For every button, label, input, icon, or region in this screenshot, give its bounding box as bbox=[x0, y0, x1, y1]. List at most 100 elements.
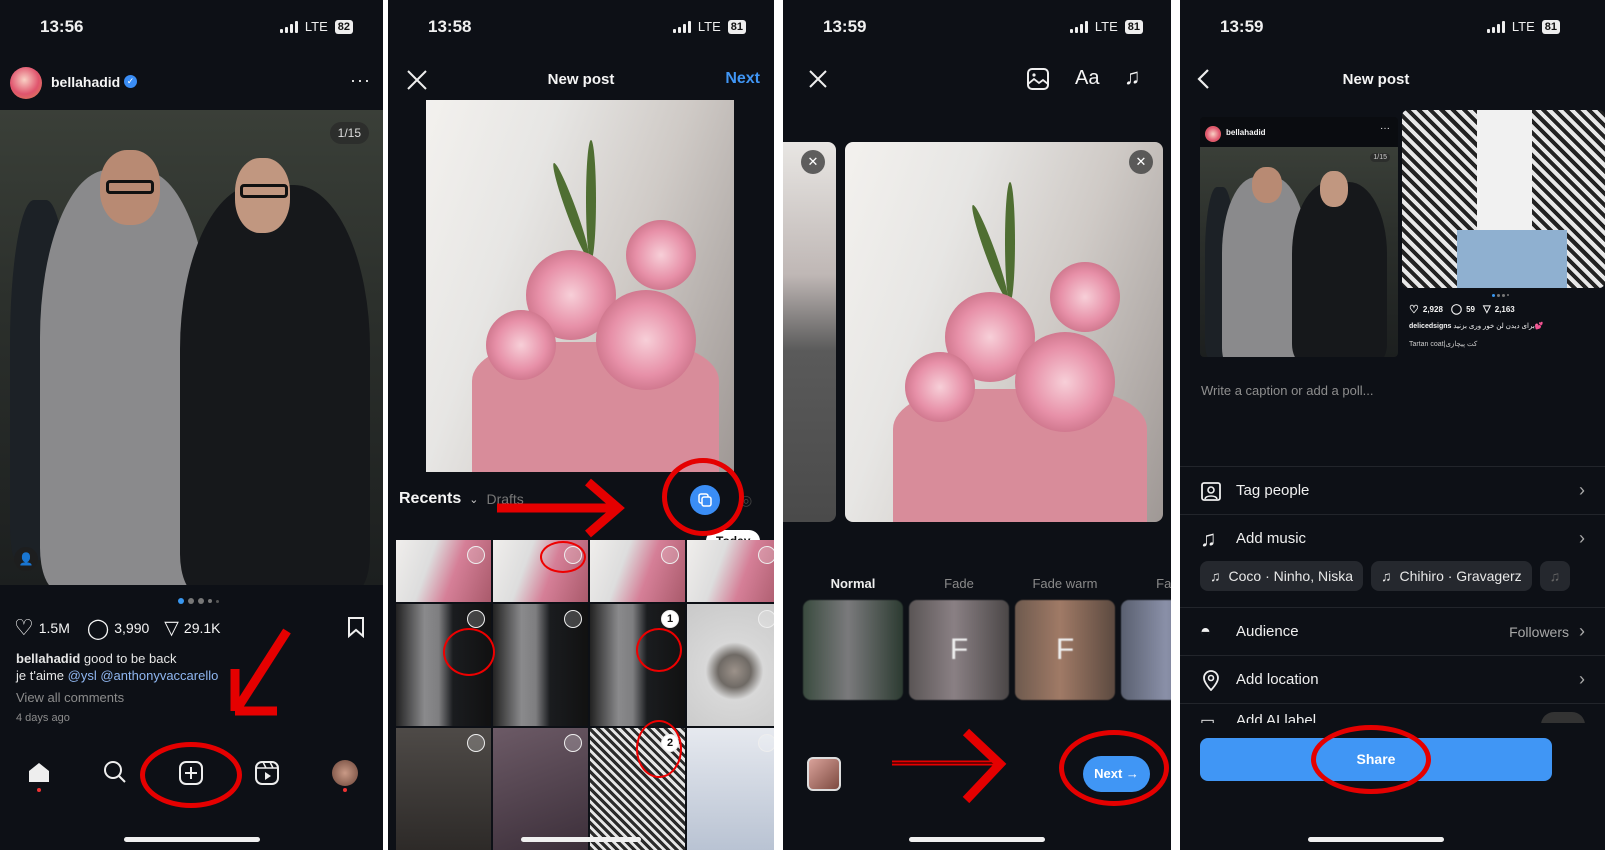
filter-name[interactable]: Normal bbox=[803, 576, 903, 591]
album-label: Recents bbox=[399, 490, 462, 507]
status-bar: 13:59 LTE 81 bbox=[783, 0, 1171, 56]
filter-name[interactable]: Fade bbox=[909, 576, 1009, 591]
chevron-right-icon: › bbox=[1579, 480, 1585, 500]
close-icon[interactable] bbox=[808, 69, 828, 89]
music-chip[interactable]: ♫ bbox=[1539, 561, 1571, 591]
music-chip[interactable]: ♫ Coco · Ninho, Niska bbox=[1200, 561, 1363, 591]
share-icon[interactable]: ▽ bbox=[164, 617, 179, 640]
share-count: 29.1K bbox=[183, 620, 221, 636]
share-count: 2,163 bbox=[1494, 305, 1515, 314]
caption-username[interactable]: bellahadid bbox=[16, 651, 80, 666]
option-audience[interactable]: ◓ Audience Followers › bbox=[1180, 607, 1605, 655]
selection-indicator[interactable] bbox=[758, 546, 774, 564]
post-preview-2[interactable]: ♡ 2,928 ◯ 59 ▽ 2,163 delicedsigns برای دیدن… bbox=[1402, 110, 1605, 360]
gallery-thumbnail[interactable] bbox=[687, 540, 774, 602]
profile-avatar[interactable] bbox=[332, 760, 358, 786]
signal-icon bbox=[1486, 20, 1505, 33]
selection-indicator[interactable] bbox=[467, 610, 485, 628]
carousel-dots bbox=[1492, 294, 1509, 297]
tag-people-icon bbox=[1201, 481, 1221, 501]
image-icon[interactable] bbox=[1026, 67, 1050, 91]
edit-media-thumbnail[interactable] bbox=[807, 757, 841, 791]
music-chip[interactable]: ♫ Chihiro · Gravagerz bbox=[1371, 561, 1532, 591]
mention-link[interactable]: @ysl bbox=[68, 668, 97, 683]
like-icon[interactable]: ♡ bbox=[14, 615, 34, 641]
ai-label-icon: ▭ bbox=[1200, 714, 1216, 723]
more-options-icon: ··· bbox=[1380, 123, 1390, 134]
option-add-location[interactable]: Add location › bbox=[1180, 655, 1605, 703]
selection-indicator[interactable] bbox=[564, 610, 582, 628]
mention-link[interactable]: @anthonyvaccarello bbox=[100, 668, 218, 683]
gallery-thumbnail[interactable] bbox=[396, 728, 491, 850]
selection-indicator[interactable] bbox=[758, 610, 774, 628]
search-icon[interactable] bbox=[103, 760, 127, 784]
gallery-thumbnail[interactable] bbox=[493, 604, 588, 726]
like-count: 1.5M bbox=[38, 620, 70, 636]
selection-indicator[interactable] bbox=[661, 546, 679, 564]
preview-caption: delicedsigns برای دیدن لن خور وری بزنید💕 bbox=[1409, 322, 1544, 330]
filter-preview[interactable]: F bbox=[1015, 600, 1115, 700]
option-tag-people[interactable]: Tag people › bbox=[1180, 466, 1605, 514]
chevron-down-icon: ⌄ bbox=[469, 493, 479, 506]
gallery-thumbnail[interactable] bbox=[687, 728, 774, 850]
view-all-comments-link[interactable]: View all comments bbox=[16, 690, 124, 705]
selection-indicator[interactable] bbox=[758, 734, 774, 752]
tagged-people-icon[interactable]: 👤 bbox=[14, 547, 38, 571]
selection-indicator[interactable] bbox=[467, 546, 485, 564]
caption-line2: je t'aime bbox=[16, 668, 65, 683]
selection-indicator[interactable]: 1 bbox=[661, 610, 679, 628]
selected-photo-preview bbox=[426, 100, 734, 472]
remove-photo-icon[interactable]: ✕ bbox=[801, 150, 825, 174]
avatar[interactable] bbox=[10, 67, 42, 99]
text-tool-button[interactable]: Aa bbox=[1075, 67, 1099, 90]
remove-photo-icon[interactable]: ✕ bbox=[1129, 150, 1153, 174]
gallery-thumbnail[interactable] bbox=[493, 728, 588, 850]
like-count: 2,928 bbox=[1422, 305, 1443, 314]
gallery-thumbnail[interactable] bbox=[396, 540, 491, 602]
annotation-circle bbox=[443, 628, 495, 676]
photo-grid: 12 bbox=[396, 540, 774, 850]
battery-level: 82 bbox=[334, 19, 353, 34]
filter-preview[interactable] bbox=[1121, 600, 1171, 700]
filter-name[interactable]: Fade warm bbox=[1015, 576, 1115, 591]
network-type: LTE bbox=[304, 19, 328, 34]
post-photo[interactable]: 1/15 👤 bbox=[0, 110, 383, 585]
post-caption: bellahadid good to be back je t'aime @ys… bbox=[16, 650, 218, 684]
selection-indicator[interactable] bbox=[467, 734, 485, 752]
more-options-icon[interactable]: ··· bbox=[350, 70, 371, 91]
option-label: Add AI label bbox=[1236, 712, 1317, 723]
annotation-circle bbox=[662, 458, 744, 536]
battery-level: 81 bbox=[1124, 19, 1143, 34]
gallery-thumbnail[interactable] bbox=[590, 540, 685, 602]
selection-indicator[interactable] bbox=[564, 734, 582, 752]
post-username[interactable]: bellahadid bbox=[51, 74, 120, 90]
comment-count: 59 bbox=[1466, 305, 1476, 314]
carousel-photo-previous[interactable]: ✕ bbox=[783, 142, 836, 522]
caption-subtext: Tartan coat|کت پیچازی bbox=[1409, 341, 1478, 348]
post-time: 4 days ago bbox=[16, 712, 70, 724]
caption-input[interactable]: Write a caption or add a poll... bbox=[1201, 383, 1373, 398]
status-bar: 13:58 LTE 81 bbox=[388, 0, 774, 56]
option-add-music[interactable]: ♫ Add music › bbox=[1180, 514, 1605, 562]
option-label: Tag people bbox=[1236, 482, 1310, 499]
bookmark-icon[interactable] bbox=[346, 616, 366, 638]
filter-preview[interactable] bbox=[803, 600, 903, 700]
status-indicators: LTE 82 bbox=[279, 19, 353, 34]
gallery-thumbnail[interactable] bbox=[687, 604, 774, 726]
annotation-arrow bbox=[230, 628, 291, 716]
carousel-photo-current[interactable]: ✕ bbox=[845, 142, 1163, 522]
next-button[interactable]: Next bbox=[725, 70, 760, 88]
ai-label-toggle[interactable] bbox=[1541, 712, 1585, 723]
comment-icon[interactable]: ◯ bbox=[87, 616, 109, 641]
post-preview-1[interactable]: bellahadid ··· 1/15 bbox=[1200, 117, 1398, 357]
caption-text: برای دیدن لن خور وری بزنید💕 bbox=[1453, 323, 1544, 330]
reels-icon[interactable] bbox=[255, 761, 279, 785]
home-icon[interactable] bbox=[27, 761, 51, 783]
filter-preview[interactable]: F bbox=[909, 600, 1009, 700]
annotation-circle bbox=[1059, 730, 1169, 806]
option-ai-label[interactable]: ▭ Add AI label bbox=[1180, 703, 1605, 723]
annotation-circle bbox=[636, 720, 682, 778]
music-icon[interactable]: ♫ bbox=[1124, 64, 1141, 90]
location-pin-icon bbox=[1203, 669, 1219, 691]
filter-name[interactable]: Fade bbox=[1121, 576, 1171, 591]
